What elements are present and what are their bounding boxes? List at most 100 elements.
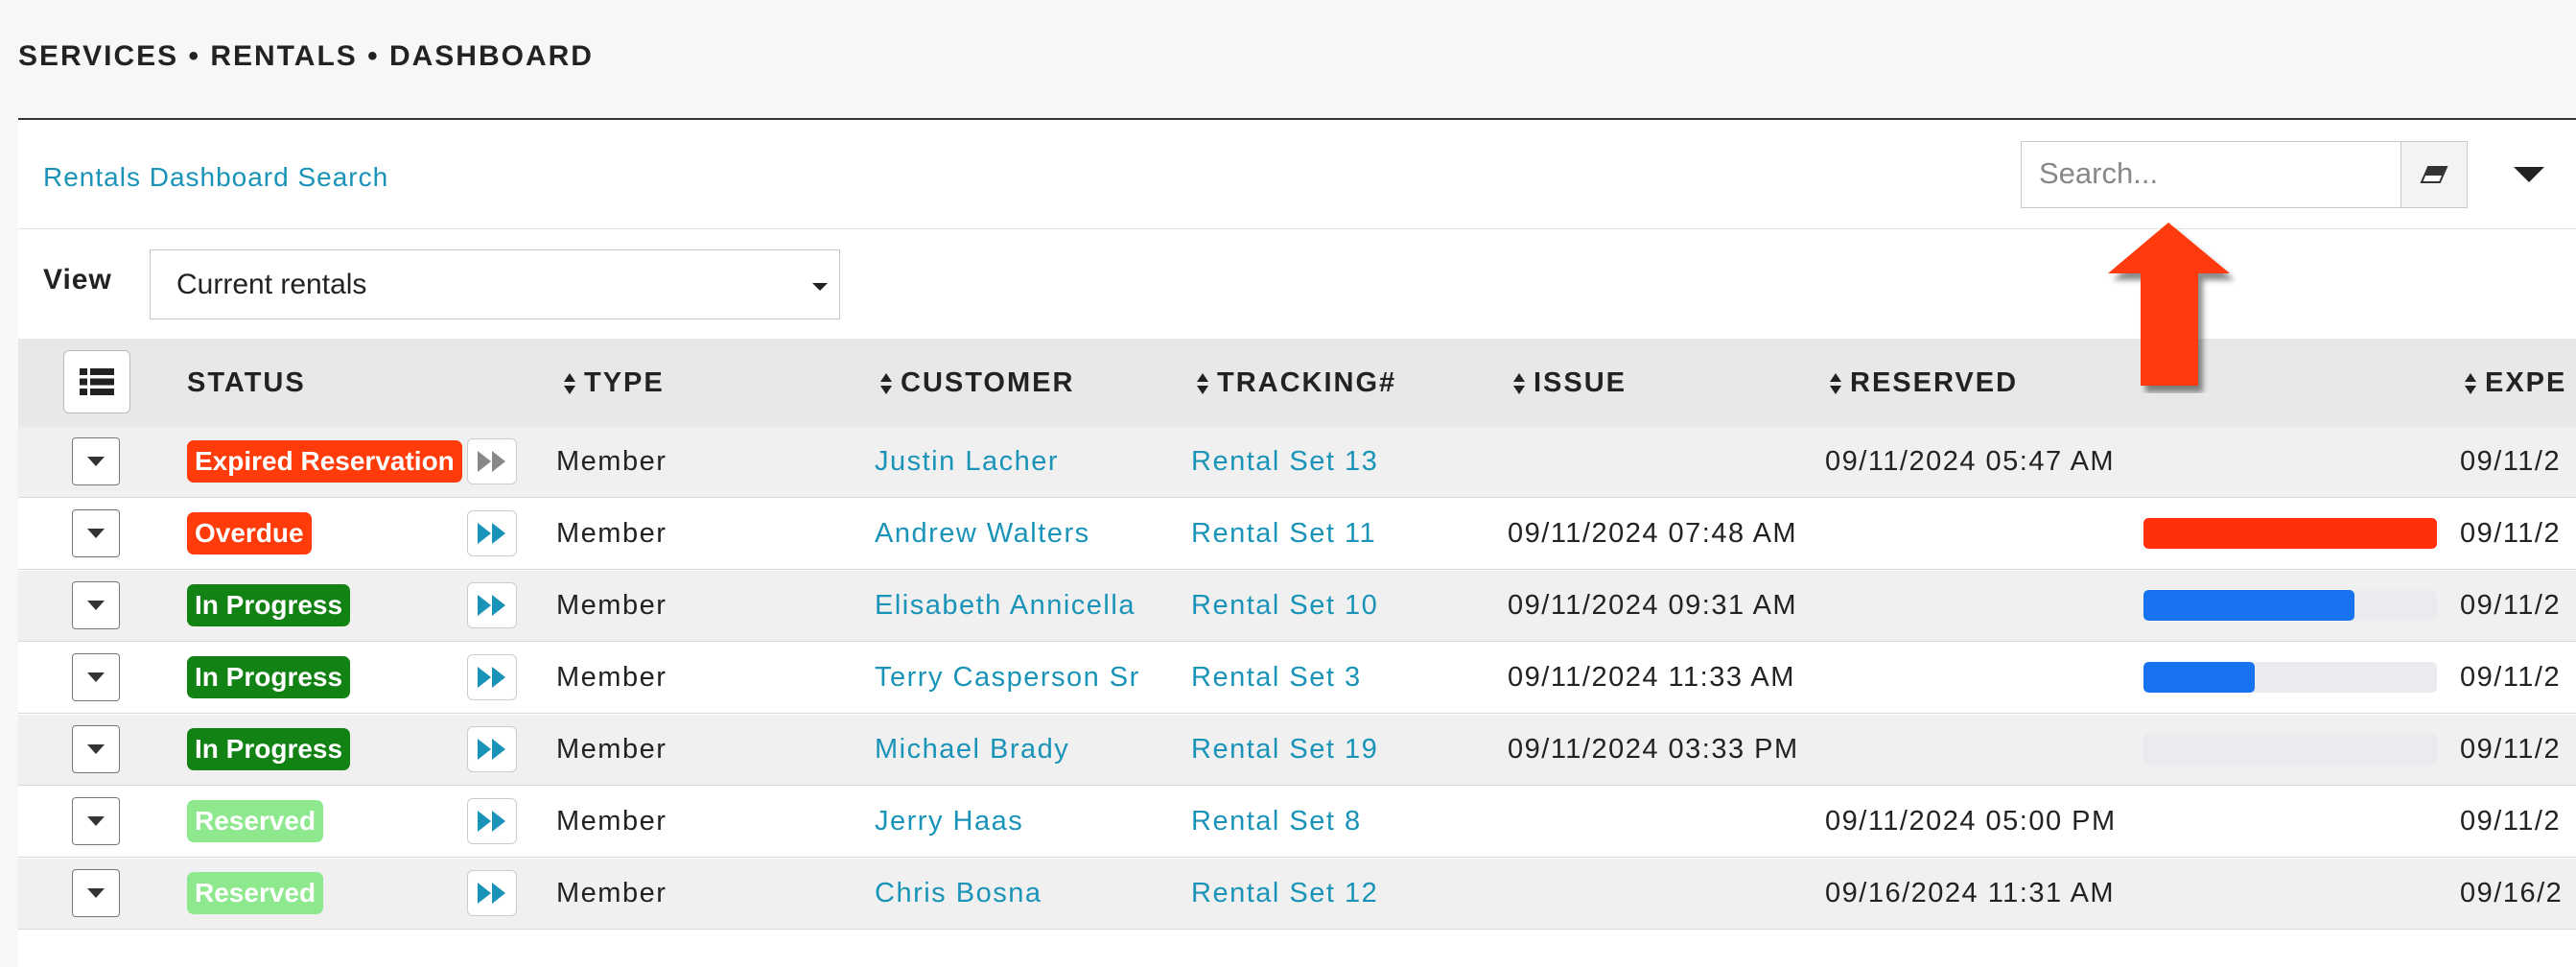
clear-search-button[interactable] [2400, 141, 2468, 208]
column-header-expected[interactable]: EXPE [2464, 367, 2566, 399]
customer-link[interactable]: Andrew Walters [875, 518, 1090, 550]
reserved-date: 09/11/2024 05:47 AM [1825, 446, 2116, 477]
customer-link[interactable]: Jerry Haas [875, 806, 1023, 837]
expected-date: 09/11/2 [2460, 734, 2562, 765]
fast-forward-button[interactable] [467, 438, 517, 484]
row-actions-button[interactable] [72, 797, 120, 845]
type-cell: Member [556, 806, 667, 837]
table-row: Reserved Member Chris Bosna Rental Set 12 09… [18, 859, 2576, 930]
tracking-link[interactable]: Rental Set 8 [1191, 806, 1362, 837]
status-badge: Reserved [187, 872, 324, 914]
fast-forward-button[interactable] [467, 798, 517, 844]
row-actions-button[interactable] [72, 437, 120, 485]
progress-bar [2143, 518, 2437, 549]
tracking-link[interactable]: Rental Set 11 [1191, 518, 1376, 550]
column-header-type[interactable]: TYPE [563, 367, 665, 399]
chevron-down-icon [2514, 167, 2544, 182]
row-actions-button[interactable] [72, 581, 120, 629]
type-cell: Member [556, 662, 667, 693]
panel-collapse-button[interactable] [2510, 160, 2548, 189]
expected-date: 09/11/2 [2460, 518, 2562, 549]
tracking-link[interactable]: Rental Set 13 [1191, 446, 1378, 478]
column-toggle-button[interactable] [63, 350, 130, 413]
column-header-status[interactable]: STATUS [187, 367, 306, 399]
chevron-down-icon [812, 283, 828, 291]
fast-forward-icon [478, 523, 505, 544]
table-row: In Progress Member Elisabeth Annicella Rent… [18, 571, 2576, 642]
sort-icon [880, 373, 892, 395]
search-input[interactable]: Search... [2021, 141, 2400, 208]
view-select[interactable]: Current rentals [150, 249, 840, 319]
expected-date: 09/11/2 [2460, 446, 2562, 477]
customer-link[interactable]: Chris Bosna [875, 878, 1042, 909]
expected-date: 09/16/2 [2460, 878, 2564, 908]
table-row: In Progress Member Terry Casperson Sr Renta… [18, 643, 2576, 714]
column-header-label: STATUS [187, 367, 306, 398]
column-header-tracking[interactable]: TRACKING# [1196, 367, 1396, 399]
status-badge: Overdue [187, 512, 312, 554]
customer-link[interactable]: Elisabeth Annicella [875, 590, 1136, 622]
breadcrumb: SERVICES • RENTALS • DASHBOARD [18, 40, 594, 72]
expected-date: 09/11/2 [2460, 590, 2562, 621]
progress-bar [2143, 734, 2437, 765]
column-header-reserved[interactable]: RESERVED [1829, 367, 2018, 399]
column-header-label: CUSTOMER [901, 367, 1075, 398]
type-cell: Member [556, 446, 667, 477]
row-actions-button[interactable] [72, 725, 120, 773]
fast-forward-icon [478, 667, 505, 688]
view-select-value: Current rentals [176, 269, 367, 300]
column-header-label: EXPE [2485, 367, 2567, 398]
expected-date: 09/11/2 [2460, 662, 2562, 693]
eraser-icon [2420, 166, 2448, 183]
type-cell: Member [556, 590, 667, 621]
tracking-link[interactable]: Rental Set 12 [1191, 878, 1378, 909]
table-row: Expired Reservation Member Justin Lacher Re… [18, 427, 2576, 498]
progress-bar [2143, 662, 2437, 693]
column-header-label: TRACKING# [1217, 367, 1397, 398]
progress-bar-fill [2143, 662, 2256, 693]
fast-forward-button[interactable] [467, 726, 517, 772]
sort-icon [1830, 373, 1841, 395]
fast-forward-icon [478, 451, 505, 472]
view-label: View [43, 264, 112, 295]
customer-link[interactable]: Michael Brady [875, 734, 1069, 766]
tracking-link[interactable]: Rental Set 19 [1191, 734, 1378, 766]
sort-icon [2465, 373, 2476, 395]
fast-forward-icon [478, 595, 505, 616]
status-badge: In Progress [187, 656, 351, 698]
row-actions-button[interactable] [72, 869, 120, 917]
type-cell: Member [556, 518, 667, 549]
fast-forward-button[interactable] [467, 654, 517, 700]
column-header-label: TYPE [584, 367, 665, 398]
fast-forward-icon [478, 811, 505, 832]
column-header-customer[interactable]: CUSTOMER [879, 367, 1074, 399]
progress-bar-fill [2143, 590, 2355, 621]
status-badge: In Progress [187, 584, 351, 626]
tracking-link[interactable]: Rental Set 10 [1191, 590, 1378, 622]
arrow-up-icon [2108, 223, 2230, 386]
table-row: In Progress Member Michael Brady Rental Set… [18, 715, 2576, 786]
progress-bar [2143, 590, 2437, 621]
issue-date: 09/11/2024 11:33 AM [1508, 662, 1795, 693]
issue-date: 09/11/2024 03:33 PM [1508, 734, 1799, 765]
type-cell: Member [556, 878, 667, 908]
progress-bar-fill [2143, 518, 2437, 549]
customer-link[interactable]: Justin Lacher [875, 446, 1059, 478]
status-badge: Reserved [187, 800, 324, 842]
table-row: Reserved Member Jerry Haas Rental Set 8 09/1… [18, 787, 2576, 858]
column-header-issue[interactable]: ISSUE [1512, 367, 1627, 399]
panel-title[interactable]: Rentals Dashboard Search [43, 162, 388, 193]
fast-forward-button[interactable] [467, 510, 517, 556]
customer-link[interactable]: Terry Casperson Sr [875, 662, 1140, 694]
sort-icon [1513, 373, 1525, 395]
row-actions-button[interactable] [72, 653, 120, 701]
fast-forward-button[interactable] [467, 582, 517, 628]
row-actions-button[interactable] [72, 509, 120, 557]
fast-forward-button[interactable] [467, 870, 517, 916]
tracking-link[interactable]: Rental Set 3 [1191, 662, 1362, 694]
issue-date: 09/11/2024 09:31 AM [1508, 590, 1798, 621]
issue-date: 09/11/2024 07:48 AM [1508, 518, 1798, 549]
sort-icon [564, 373, 575, 395]
table-row: Overdue Member Andrew Walters Rental Set 11… [18, 499, 2576, 570]
panel-header: Rentals Dashboard Search Search... [18, 120, 2576, 229]
